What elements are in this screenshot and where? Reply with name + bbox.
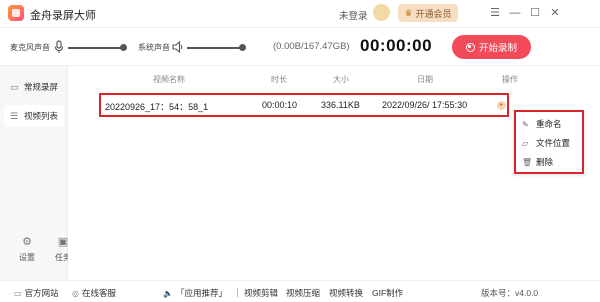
microphone-icon[interactable] <box>53 40 65 54</box>
system-sound-label: 系统声音 <box>138 43 170 52</box>
app-recommend-link[interactable]: 🔈 「应用推荐」 <box>163 287 227 299</box>
official-site-label: 官方网站 <box>24 288 59 298</box>
footer-link-gif[interactable]: GIF制作 <box>372 287 403 299</box>
vip-button-label: 开通会员 <box>415 8 452 19</box>
trash-icon: 🗑 <box>522 157 533 167</box>
menu-item-label: 重命名 <box>536 119 562 129</box>
column-header-duration: 时长 <box>271 75 287 84</box>
rename-icon: ✎ <box>522 119 529 129</box>
minimize-button[interactable]: — <box>508 6 522 20</box>
menu-item-label: 删除 <box>536 157 554 167</box>
system-sound-slider[interactable] <box>187 47 245 49</box>
start-record-label: 开始录制 <box>478 43 517 54</box>
control-bar: 麦克风声音 系统声音 (0.00B/167.47GB) 00:00:00 开始录… <box>0 28 600 66</box>
sidebar-item-screen-record[interactable]: ▭ 常规录屏 <box>4 76 64 98</box>
column-header-name: 视频名称 <box>153 75 185 84</box>
mic-slider[interactable] <box>68 47 126 49</box>
record-timer: 00:00:00 <box>360 36 433 55</box>
screen-record-icon: ▭ <box>10 81 19 92</box>
storage-usage: (0.00B/167.47GB) <box>273 41 350 52</box>
speaker-icon[interactable] <box>172 40 184 54</box>
folder-icon: ▱ <box>522 138 529 148</box>
context-menu: ✎ 重命名 ▱ 文件位置 🗑 删除 <box>514 110 584 174</box>
menu-item-delete[interactable]: 🗑 删除 <box>522 155 553 169</box>
footer-link-video-convert[interactable]: 视频转换 <box>329 287 363 299</box>
footer-link-video-compress[interactable]: 视频压缩 <box>286 287 320 299</box>
column-header-size: 大小 <box>333 75 349 84</box>
list-icon: ☰ <box>10 110 19 121</box>
record-icon <box>465 42 475 52</box>
crown-icon: ♛ <box>404 7 413 18</box>
online-service-link[interactable]: ◎ 在线客服 <box>72 287 116 299</box>
official-site-link[interactable]: ▭ 官方网站 <box>14 287 59 299</box>
menu-item-file-location[interactable]: ▱ 文件位置 <box>522 136 570 150</box>
sidebar-item-label: 常规录屏 <box>24 82 59 92</box>
start-record-button[interactable]: 开始录制 <box>452 35 531 59</box>
online-service-label: 在线客服 <box>81 288 116 298</box>
table-row[interactable]: 20220926_17：54：58_1 00:00:10 336.11KB 20… <box>99 93 509 117</box>
settings-button[interactable]: ⚙ 设置 <box>14 236 40 263</box>
app-recommend-label: 「应用推荐」 <box>175 288 227 298</box>
column-header-actions: 操作 <box>502 75 518 84</box>
menu-item-rename[interactable]: ✎ 重命名 <box>522 117 562 131</box>
mic-label: 麦克风声音 <box>10 43 50 52</box>
speaker-icon: 🔈 <box>163 288 173 298</box>
divider <box>237 288 238 297</box>
app-title: 金舟录屏大师 <box>30 10 96 22</box>
menu-item-label: 文件位置 <box>536 138 571 148</box>
video-date: 2022/09/26/ 17:55:30 <box>382 100 468 110</box>
version-label: 版本号：v4.0.0 <box>481 288 539 298</box>
mic-slider-handle[interactable] <box>119 44 127 51</box>
more-actions-icon[interactable]: ▸ <box>497 101 506 110</box>
avatar[interactable] <box>373 4 390 21</box>
menu-icon[interactable]: ☰ <box>488 6 502 20</box>
sidebar-item-video-list[interactable]: ☰ 视频列表 <box>4 105 64 127</box>
app-logo-icon <box>8 5 24 21</box>
monitor-icon: ▭ <box>14 288 22 298</box>
video-list-panel: 视频名称 时长 大小 日期 操作 20220926_17：54：58_1 00:… <box>68 66 600 280</box>
video-size: 336.11KB <box>321 100 360 110</box>
sidebar-item-label: 视频列表 <box>24 111 59 121</box>
maximize-button[interactable]: ☐ <box>528 6 542 20</box>
footer-link-video-edit[interactable]: 视频剪辑 <box>244 287 278 299</box>
column-header-date: 日期 <box>417 75 433 84</box>
login-status[interactable]: 未登录 <box>339 8 368 22</box>
sidebar: ▭ 常规录屏 ☰ 视频列表 ⚙ 设置 ▣ 任务 <box>0 66 71 280</box>
system-sound-slider-handle[interactable] <box>238 44 246 51</box>
close-button[interactable]: ✕ <box>548 6 562 20</box>
vip-button[interactable]: ♛ 开通会员 <box>398 4 458 22</box>
settings-label: 设置 <box>19 253 35 262</box>
video-duration: 00:00:10 <box>262 100 298 110</box>
headset-icon: ◎ <box>72 288 79 298</box>
footer-bar: ▭ 官方网站 ◎ 在线客服 🔈 「应用推荐」 视频剪辑 视频压缩 视频转换 GI… <box>0 280 600 302</box>
video-name: 20220926_17：54：58_1 <box>105 102 209 112</box>
gear-icon: ⚙ <box>22 236 32 248</box>
title-bar: 金舟录屏大师 未登录 ♛ 开通会员 ☰ — ☐ ✕ <box>0 0 600 28</box>
